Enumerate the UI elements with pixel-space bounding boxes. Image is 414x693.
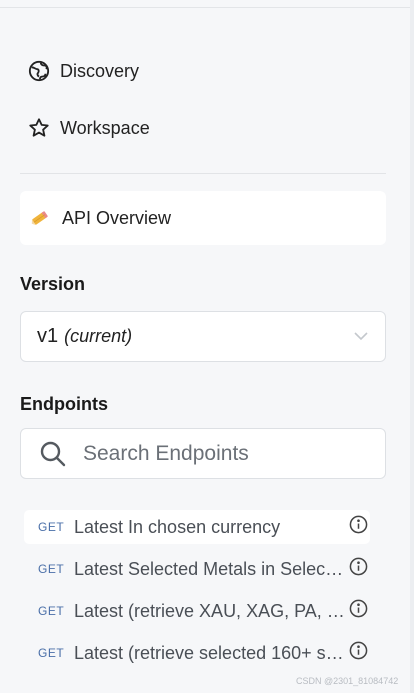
divider [20, 173, 386, 174]
version-value: v1 [37, 325, 59, 347]
nav-item-discovery[interactable]: Discovery [28, 57, 139, 85]
version-heading: Version [20, 274, 86, 294]
scrollbar-track[interactable] [410, 0, 414, 693]
method-badge: GET [38, 562, 65, 576]
endpoint-name: Latest (retrieve XAU, XAG, PA, PL, EUR, … [74, 600, 346, 621]
search-input[interactable] [81, 440, 365, 467]
endpoint-name: Latest Selected Metals in Selected Curre… [74, 558, 346, 579]
version-select[interactable]: v1 (current) [20, 311, 386, 362]
endpoint-item[interactable]: GET Latest (retrieve selected 160+ symbo… [24, 636, 370, 670]
top-border [0, 7, 414, 8]
endpoint-item[interactable]: GET Latest In chosen currency [24, 510, 370, 544]
endpoint-search [20, 428, 386, 479]
watermark-text: CSDN @2301_81084742 [296, 676, 399, 686]
info-icon[interactable] [349, 641, 368, 665]
endpoint-item[interactable]: GET Latest (retrieve XAU, XAG, PA, PL, E… [24, 594, 370, 628]
api-overview-label: API Overview [62, 207, 172, 228]
search-icon [39, 440, 67, 468]
info-icon[interactable] [349, 599, 368, 623]
method-badge: GET [38, 520, 65, 534]
api-overview-item[interactable]: API Overview [20, 191, 386, 245]
endpoint-name: Latest In chosen currency [74, 516, 281, 537]
endpoints-heading: Endpoints [20, 394, 108, 414]
endpoint-item[interactable]: GET Latest Selected Metals in Selected C… [24, 552, 370, 586]
version-status: (current) [64, 326, 133, 346]
globe-icon [28, 60, 50, 82]
info-icon[interactable] [349, 557, 368, 581]
method-badge: GET [38, 646, 65, 660]
endpoint-name: Latest (retrieve selected 160+ symbols) [74, 642, 346, 663]
method-badge: GET [38, 604, 65, 618]
nav-label-discovery: Discovery [60, 60, 140, 81]
nav-item-workspace[interactable]: Workspace [28, 114, 150, 142]
pencil-icon [30, 208, 50, 228]
chevron-down-icon [353, 328, 369, 346]
star-icon [28, 117, 50, 139]
info-icon[interactable] [349, 515, 368, 539]
nav-label-workspace: Workspace [60, 117, 150, 138]
